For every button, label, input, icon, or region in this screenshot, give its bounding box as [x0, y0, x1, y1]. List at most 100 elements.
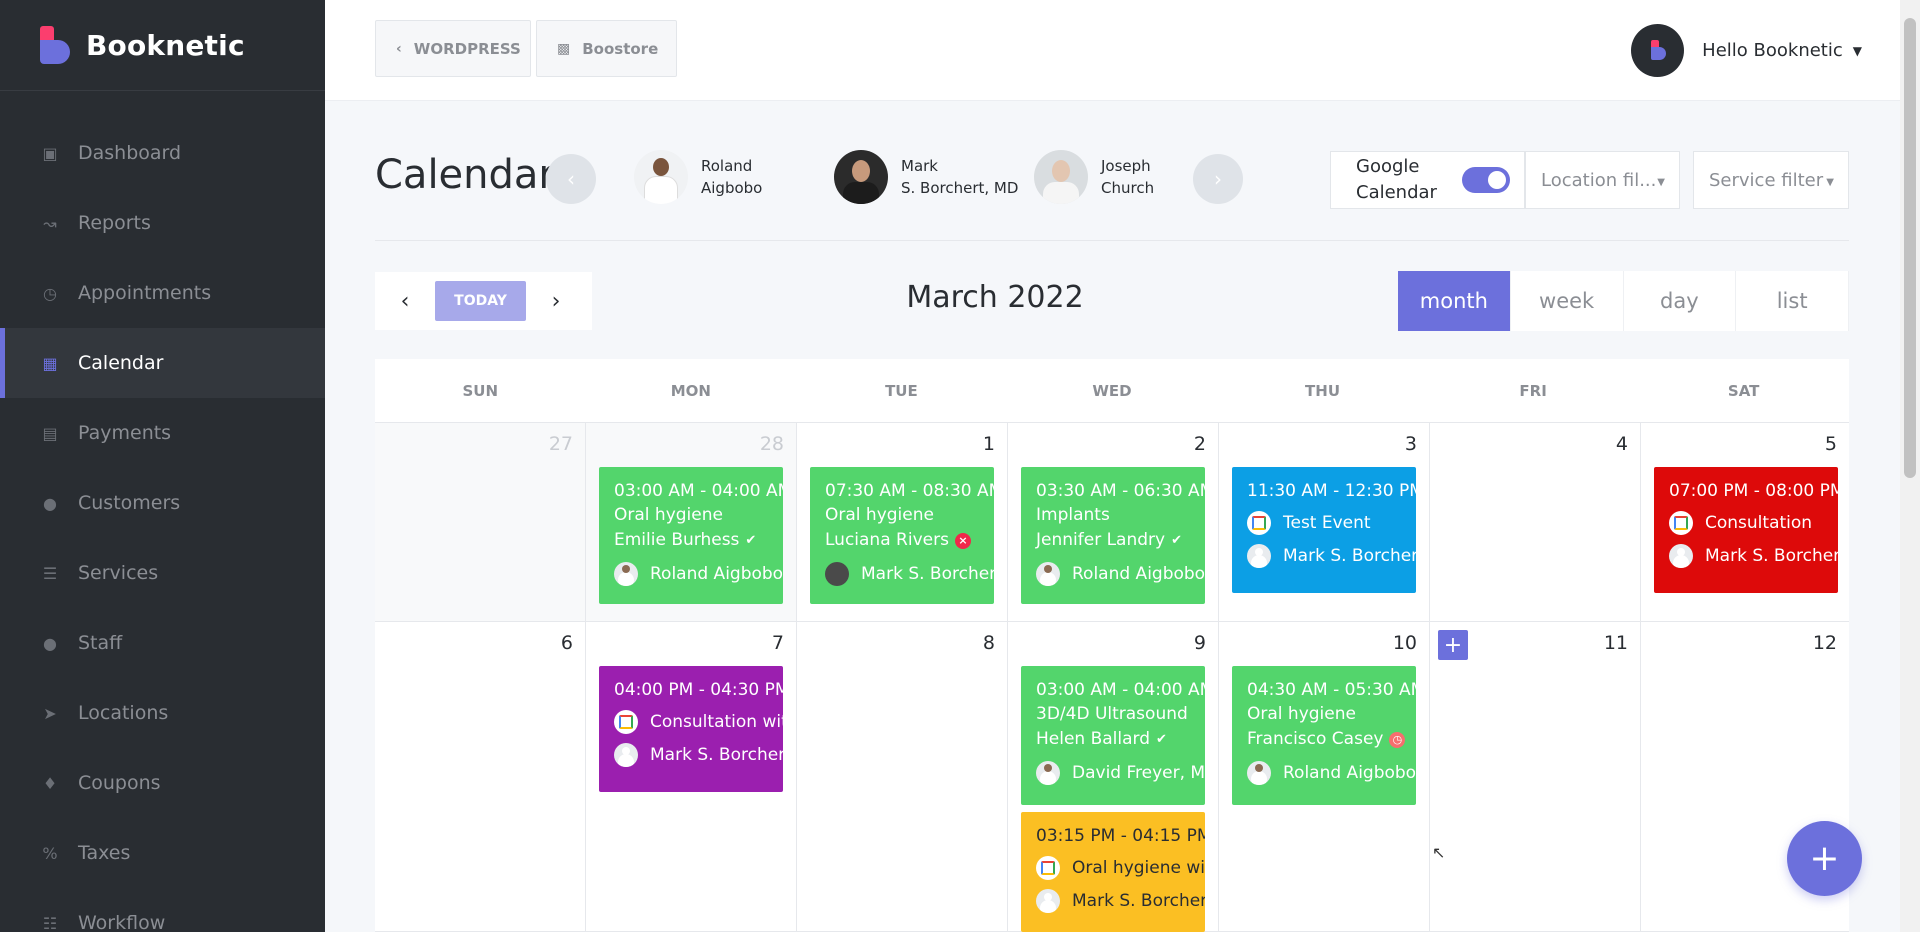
- view-day-button[interactable]: day: [1624, 271, 1737, 331]
- sidebar-item-payments[interactable]: ▤ Payments: [0, 398, 325, 468]
- weekday-label: SUN: [462, 381, 499, 400]
- avatar: [1631, 24, 1685, 77]
- google-calendar-icon: [1247, 511, 1271, 535]
- weekday-label: FRI: [1519, 381, 1547, 400]
- event-card[interactable]: 07:30 AM - 08:30 AM Oral hygiene Luciana…: [810, 467, 994, 604]
- day-cell[interactable]: 6: [375, 622, 586, 932]
- day-cell[interactable]: 10 04:30 AM - 05:30 AM Oral hygiene Fran…: [1219, 622, 1430, 932]
- event-customer-row: Francisco Casey ◷: [1247, 727, 1416, 752]
- google-calendar-icon: [614, 710, 638, 734]
- event-customer: Francisco Casey: [1247, 729, 1384, 749]
- user-icon: ●: [43, 633, 57, 653]
- boostore-button[interactable]: ▩ Boostore: [536, 20, 677, 77]
- day-cell[interactable]: 28 03:00 AM - 04:00 AM Oral hygiene Emil…: [586, 423, 797, 622]
- brand[interactable]: Booknetic: [0, 0, 325, 91]
- view-month-button[interactable]: month: [1398, 271, 1511, 331]
- next-month-button[interactable]: ›: [526, 272, 586, 330]
- event-card[interactable]: 03:30 AM - 06:30 AM Implants Jennifer La…: [1021, 467, 1205, 604]
- view-list-button[interactable]: list: [1736, 271, 1849, 331]
- event-card[interactable]: 04:30 AM - 05:30 AM Oral hygiene Francis…: [1232, 666, 1416, 805]
- google-calendar-icon: [1036, 856, 1060, 880]
- staff-prev-button[interactable]: ‹: [546, 154, 596, 204]
- sidebar-item-customers[interactable]: ● Customers: [0, 468, 325, 538]
- staff-item-joseph[interactable]: Joseph Church: [1034, 150, 1156, 204]
- day-number: 11: [1603, 632, 1628, 654]
- day-number: 12: [1812, 632, 1837, 654]
- event-card[interactable]: 11:30 AM - 12:30 PM Test Event Mark S. B…: [1232, 467, 1416, 593]
- staff-avatar: [1036, 562, 1060, 586]
- staff-avatar: [1247, 761, 1271, 785]
- event-time: 11:30 AM - 12:30 PM: [1247, 481, 1416, 501]
- today-button[interactable]: TODAY: [435, 281, 526, 321]
- view-switcher: month week day list: [1398, 271, 1849, 331]
- event-title-row: Consultation with: [614, 710, 783, 734]
- event-card[interactable]: 03:00 AM - 04:00 AM Oral hygiene Emilie …: [599, 467, 783, 604]
- day-number: 4: [1615, 433, 1628, 455]
- service-filter[interactable]: Service filter ▼: [1693, 151, 1849, 209]
- staff-avatar: [1036, 889, 1060, 913]
- day-cell[interactable]: 4: [1430, 423, 1641, 622]
- day-cell[interactable]: 7 04:00 PM - 04:30 PM Consultation with …: [586, 622, 797, 932]
- day-number: 1: [982, 433, 995, 455]
- event-card[interactable]: 03:00 AM - 04:00 AM 3D/4D Ultrasound Hel…: [1021, 666, 1205, 805]
- weekday-label: THU: [1305, 381, 1341, 400]
- wordpress-button[interactable]: ‹ WORDPRESS: [375, 20, 531, 77]
- staff-avatar: [1036, 761, 1060, 785]
- user-menu[interactable]: Hello Booknetic ▼: [1631, 24, 1862, 77]
- puzzle-icon: ▩: [557, 40, 571, 57]
- sidebar-item-taxes[interactable]: % Taxes: [0, 818, 325, 888]
- location-filter[interactable]: Location fil... ▼: [1525, 151, 1680, 209]
- day-cell[interactable]: 1 07:30 AM - 08:30 AM Oral hygiene Lucia…: [797, 423, 1008, 622]
- event-staff: Mark S. Borchert, MD: [825, 562, 994, 586]
- prev-month-button[interactable]: ‹: [375, 272, 435, 330]
- booknetic-logo-icon: [38, 24, 72, 66]
- event-customer-row: Jennifer Landry ✔: [1036, 528, 1205, 553]
- day-cell[interactable]: + 11: [1430, 622, 1641, 932]
- event-time: 04:30 AM - 05:30 AM: [1247, 680, 1416, 700]
- day-cell[interactable]: 3 11:30 AM - 12:30 PM Test Event Mark S.…: [1219, 423, 1430, 622]
- sidebar-item-services[interactable]: ☰ Services: [0, 538, 325, 608]
- mouse-cursor-icon: ↖: [1432, 843, 1446, 862]
- event-card[interactable]: 07:00 PM - 08:00 PM Consultation Mark S.…: [1654, 467, 1838, 593]
- location-arrow-icon: ➤: [43, 703, 57, 723]
- caret-down-icon: ▼: [1657, 177, 1665, 188]
- new-appointment-fab[interactable]: +: [1787, 821, 1862, 896]
- plus-icon: +: [1443, 632, 1463, 658]
- sidebar-item-reports[interactable]: ↝ Reports: [0, 188, 325, 258]
- pending-icon: ◷: [1389, 731, 1406, 748]
- sidebar-item-calendar[interactable]: ▦ Calendar: [0, 328, 325, 398]
- sidebar-item-appointments[interactable]: ◷ Appointments: [0, 258, 325, 328]
- day-cell[interactable]: 8: [797, 622, 1008, 932]
- sidebar-item-locations[interactable]: ➤ Locations: [0, 678, 325, 748]
- day-cell[interactable]: 5 07:00 PM - 08:00 PM Consultation Mark …: [1641, 423, 1849, 622]
- scrollbar-thumb[interactable]: [1904, 18, 1916, 478]
- sidebar-item-workflow[interactable]: ☷ Workflow: [0, 888, 325, 932]
- day-cell[interactable]: 2 03:30 AM - 06:30 AM Implants Jennifer …: [1008, 423, 1219, 622]
- sidebar-item-label: Payments: [78, 422, 172, 444]
- event-card[interactable]: 04:00 PM - 04:30 PM Consultation with Ma…: [599, 666, 783, 792]
- event-staff: Roland Aigbobo: [614, 562, 783, 586]
- google-calendar-toggle[interactable]: [1462, 167, 1510, 193]
- day-cell[interactable]: 27: [375, 423, 586, 622]
- boostore-label: Boostore: [582, 39, 659, 58]
- event-staff: David Freyer, MD: [1036, 761, 1205, 785]
- add-appointment-button[interactable]: +: [1438, 630, 1468, 660]
- staff-avatar: [614, 562, 638, 586]
- view-week-button[interactable]: week: [1511, 271, 1624, 331]
- day-cell[interactable]: 9 03:00 AM - 04:00 AM 3D/4D Ultrasound H…: [1008, 622, 1219, 932]
- sidebar-item-dashboard[interactable]: ▣ Dashboard: [0, 118, 325, 188]
- day-number: 3: [1404, 433, 1417, 455]
- location-filter-value: Location fil...: [1541, 169, 1657, 191]
- cancelled-icon: ×: [954, 532, 971, 549]
- sidebar-item-coupons[interactable]: ♦ Coupons: [0, 748, 325, 818]
- staff-item-roland[interactable]: Roland Aigbobo: [634, 150, 762, 204]
- sidebar-item-label: Locations: [78, 702, 169, 724]
- staff-avatar: [1247, 544, 1271, 568]
- event-card[interactable]: 03:15 PM - 04:15 PM Oral hygiene with Ma…: [1021, 812, 1205, 932]
- cube-icon: ▣: [42, 143, 58, 163]
- sidebar-item-staff[interactable]: ● Staff: [0, 608, 325, 678]
- staff-item-mark[interactable]: Mark S. Borchert, MD: [834, 150, 1018, 204]
- page-scrollbar[interactable]: [1900, 0, 1920, 932]
- calendar-icon: ▦: [42, 353, 58, 373]
- staff-next-button[interactable]: ›: [1193, 154, 1243, 204]
